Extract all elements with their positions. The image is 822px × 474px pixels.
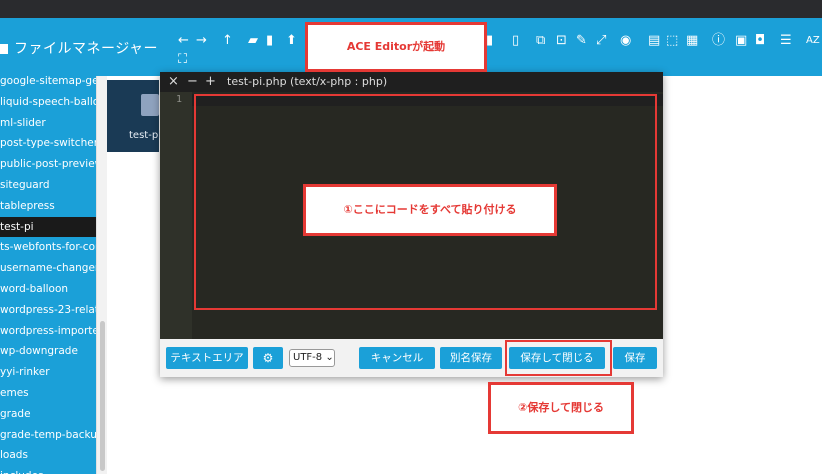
- save-close-highlight: [505, 340, 612, 376]
- edit-icon[interactable]: ✎: [576, 34, 587, 48]
- info-icon[interactable]: ⓘ: [712, 34, 725, 48]
- sidebar-scrollbar-thumb[interactable]: [100, 321, 105, 471]
- callout-paste-code: ①ここにコードをすべて貼り付ける: [303, 184, 557, 236]
- file-name: test-pi.: [129, 130, 165, 141]
- new-folder-icon[interactable]: ▰: [248, 34, 258, 48]
- preview-icon[interactable]: ◉: [620, 34, 631, 48]
- sidebar-item[interactable]: wordpress-23-relatec: [0, 300, 96, 320]
- callout-save-close: ②保存して閉じる: [488, 382, 634, 434]
- resize-icon[interactable]: ⤢: [596, 34, 606, 48]
- screen: ファイルマネージャー ← → ↑ ▰ ▮ ⬆ ▮ ▯ ⧉ ⊡ ✎ ⤢ ◉ ▤ ⬚ ▦ ⓘ ▣ ◘ ☰ AZ ⛶ googl…: [0, 0, 822, 474]
- back-icon[interactable]: ←: [178, 34, 189, 48]
- sidebar-item[interactable]: emes: [0, 383, 96, 403]
- editor-titlebar: × − + test-pi.php (text/x-php : php): [160, 72, 663, 92]
- encoding-select[interactable]: UTF-8 ⌄: [289, 349, 335, 367]
- encoding-value: UTF-8: [293, 352, 323, 363]
- fullscreen-icon[interactable]: ⛶: [178, 53, 187, 67]
- settings-icon[interactable]: ⚙: [253, 347, 283, 369]
- maximize-icon[interactable]: +: [205, 72, 216, 92]
- sidebar-item[interactable]: word-balloon: [0, 279, 96, 299]
- sidebar-item[interactable]: wp-downgrade: [0, 341, 96, 361]
- sidebar-item[interactable]: ml-slider: [0, 113, 96, 133]
- delete-icon[interactable]: ▮: [486, 34, 493, 48]
- php-file-icon: [141, 94, 159, 116]
- save-as-button[interactable]: 別名保存: [440, 347, 502, 369]
- sidebar-item[interactable]: google-sitemap-gen: [0, 76, 96, 91]
- line-number: 1: [175, 94, 182, 105]
- trash-icon[interactable]: ▯: [512, 34, 519, 48]
- sidebar-item[interactable]: ts-webfonts-for-conc: [0, 237, 96, 257]
- app-title-text: ファイルマネージャー: [14, 41, 159, 57]
- select-none-icon[interactable]: ⬚: [666, 34, 678, 48]
- app-title: ファイルマネージャー: [0, 38, 158, 58]
- new-file-icon[interactable]: ▮: [266, 34, 273, 48]
- callout-ace-editor: ACE Editorが起動: [305, 22, 487, 72]
- extract-icon[interactable]: ◘: [755, 34, 765, 48]
- sidebar-item[interactable]: includes: [0, 466, 96, 474]
- app-logo-icon: [0, 44, 8, 54]
- editor-title: test-pi.php (text/x-php : php): [227, 75, 388, 88]
- sidebar-item[interactable]: post-type-switcher: [0, 133, 96, 153]
- sidebar-item[interactable]: siteguard: [0, 175, 96, 195]
- chevron-down-icon: ⌄: [322, 352, 334, 363]
- copy-icon[interactable]: ⧉: [536, 34, 545, 48]
- sidebar-item[interactable]: grade: [0, 404, 96, 424]
- sidebar-item[interactable]: yyi-rinker: [0, 362, 96, 382]
- file-item[interactable]: test-pi.: [107, 80, 164, 152]
- archive-icon[interactable]: ▣: [735, 34, 747, 48]
- cancel-button[interactable]: キャンセル: [359, 347, 435, 369]
- forward-icon[interactable]: →: [196, 34, 207, 48]
- textarea-button[interactable]: テキストエリア: [166, 347, 248, 369]
- close-icon[interactable]: ×: [168, 72, 179, 92]
- folder-tree: google-sitemap-gen liquid-speech-balloo ml…: [0, 76, 96, 474]
- sidebar-item[interactable]: grade-temp-backup: [0, 425, 96, 445]
- invert-select-icon[interactable]: ▦: [686, 34, 698, 48]
- rename-icon[interactable]: ⊡: [556, 34, 567, 48]
- browser-top-strip: [0, 0, 822, 18]
- list-view-icon[interactable]: ☰: [780, 34, 792, 48]
- sidebar-item[interactable]: loads: [0, 445, 96, 465]
- upload-icon[interactable]: ⬆: [286, 34, 297, 48]
- sidebar-scrollbar[interactable]: [96, 76, 107, 474]
- select-all-icon[interactable]: ▤: [648, 34, 660, 48]
- sidebar-item[interactable]: public-post-preview: [0, 154, 96, 174]
- sidebar-item[interactable]: test-pi: [0, 216, 96, 237]
- up-icon[interactable]: ↑: [222, 34, 233, 48]
- sidebar-item[interactable]: username-changer: [0, 258, 96, 278]
- sort-icon[interactable]: AZ: [806, 34, 820, 48]
- save-button[interactable]: 保存: [613, 347, 657, 369]
- line-number-gutter: 1: [160, 92, 192, 339]
- sidebar-item[interactable]: tablepress: [0, 196, 96, 216]
- sidebar-item[interactable]: wordpress-importer: [0, 321, 96, 341]
- minimize-icon[interactable]: −: [187, 72, 198, 92]
- sidebar-item[interactable]: liquid-speech-balloo: [0, 92, 96, 112]
